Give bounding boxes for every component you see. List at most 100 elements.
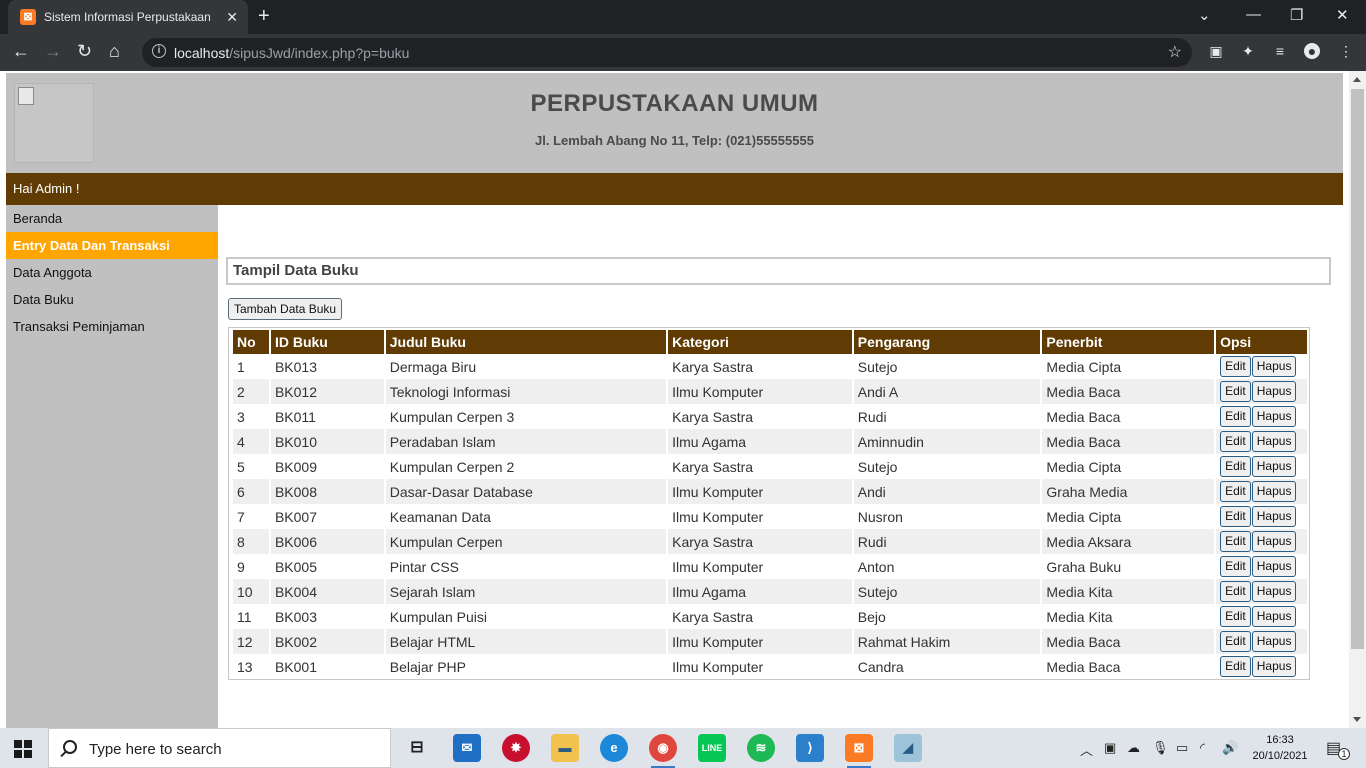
- edit-button[interactable]: Edit: [1220, 481, 1251, 502]
- reload-icon[interactable]: ↻: [77, 41, 92, 62]
- tray-chevron-icon[interactable]: ︿: [1080, 740, 1093, 759]
- edit-button[interactable]: Edit: [1220, 656, 1251, 677]
- cell-no: 5: [237, 458, 245, 475]
- cell-judul-buku: Pintar CSS: [389, 558, 459, 575]
- delete-button[interactable]: Hapus: [1251, 531, 1297, 552]
- bookmark-star-icon[interactable]: ☆: [1168, 42, 1182, 62]
- sidebar-item-entry-data[interactable]: Entry Data Dan Transaksi: [6, 232, 218, 259]
- misc-app-icon[interactable]: ◢: [894, 734, 922, 762]
- table-row: 4 BK010 Peradaban Islam Ilmu Agama Aminnudin…: [233, 429, 1307, 454]
- task-view-icon[interactable]: ⊟: [403, 734, 431, 762]
- back-icon[interactable]: ←: [12, 41, 30, 62]
- page-frame: PERPUSTAKAAN UMUM Jl. Lembah Abang No 11…: [6, 73, 1343, 728]
- cell-kategori: Ilmu Komputer: [672, 658, 764, 675]
- edit-button[interactable]: Edit: [1220, 381, 1251, 402]
- line-icon[interactable]: LINE: [698, 734, 726, 762]
- edit-button[interactable]: Edit: [1220, 506, 1251, 527]
- minimize-icon[interactable]: —: [1246, 6, 1261, 23]
- close-tab-icon[interactable]: ✕: [226, 9, 238, 26]
- vscode-icon[interactable]: ⟩: [796, 734, 824, 762]
- delete-button[interactable]: Hapus: [1251, 506, 1297, 527]
- sidebar-item-beranda[interactable]: Beranda: [6, 205, 218, 232]
- edit-button[interactable]: Edit: [1220, 581, 1251, 602]
- scroll-up-arrow-icon[interactable]: [1353, 77, 1361, 82]
- sidebar-item-data-anggota[interactable]: Data Anggota: [6, 259, 218, 286]
- clock-date: 20/10/2021: [1252, 750, 1308, 762]
- wifi-icon[interactable]: ◜: [1200, 740, 1205, 756]
- edit-button[interactable]: Edit: [1220, 356, 1251, 377]
- taskbar-search-input[interactable]: Type here to search: [48, 728, 391, 768]
- site-info-icon[interactable]: i: [152, 44, 166, 58]
- table-header-row: No ID Buku Judul Buku Kategori Pengarang…: [233, 330, 1307, 354]
- media-queue-icon[interactable]: ≡: [1272, 43, 1288, 59]
- puzzle-icon[interactable]: ✦: [1240, 43, 1256, 59]
- column-header: Pengarang: [853, 330, 1041, 354]
- scroll-down-arrow-icon[interactable]: [1353, 717, 1361, 722]
- red-app-icon[interactable]: ✸: [502, 734, 530, 762]
- browser-tab[interactable]: ⊠ Sistem Informasi Perpustakaan ✕: [8, 0, 248, 34]
- cell-judul-buku: Belajar PHP: [389, 658, 467, 675]
- delete-button[interactable]: Hapus: [1251, 406, 1297, 427]
- delete-button[interactable]: Hapus: [1251, 556, 1297, 577]
- edit-button[interactable]: Edit: [1220, 556, 1251, 577]
- delete-button[interactable]: Hapus: [1251, 656, 1297, 677]
- edit-button[interactable]: Edit: [1220, 406, 1251, 427]
- delete-button[interactable]: Hapus: [1251, 481, 1297, 502]
- edit-button[interactable]: Edit: [1220, 456, 1251, 477]
- extension-icon[interactable]: ▣: [1208, 43, 1224, 59]
- cell-opsi: Edit Hapus: [1216, 354, 1307, 379]
- cell-id-buku: BK013: [274, 358, 317, 375]
- windows-start-icon[interactable]: [14, 740, 32, 758]
- delete-button[interactable]: Hapus: [1251, 456, 1297, 477]
- cell-kategori: Ilmu Komputer: [668, 479, 852, 504]
- delete-button[interactable]: Hapus: [1251, 606, 1297, 627]
- menu-kebab-icon[interactable]: ⋮: [1338, 43, 1354, 59]
- edit-button[interactable]: Edit: [1220, 631, 1251, 652]
- add-book-button[interactable]: Tambah Data Buku: [228, 298, 343, 320]
- delete-button[interactable]: Hapus: [1251, 581, 1297, 602]
- battery-icon[interactable]: ▭: [1176, 740, 1188, 756]
- cell-no: 11: [237, 608, 252, 625]
- spotify-icon[interactable]: ≋: [747, 734, 775, 762]
- cell-opsi: Edit Hapus: [1216, 429, 1307, 454]
- edge-icon[interactable]: e: [600, 734, 628, 762]
- delete-button[interactable]: Hapus: [1251, 381, 1297, 402]
- cell-judul-buku: Kumpulan Puisi: [389, 608, 488, 625]
- edit-button[interactable]: Edit: [1220, 531, 1251, 552]
- forward-icon[interactable]: →: [44, 41, 62, 62]
- mail-icon[interactable]: ✉: [453, 734, 481, 762]
- cell-no: 7: [237, 508, 245, 525]
- sidebar-item-transaksi[interactable]: Transaksi Peminjaman: [6, 313, 218, 340]
- greeting-text: Hai Admin !: [13, 181, 80, 196]
- tab-search-icon[interactable]: ⌄: [1198, 6, 1211, 24]
- address-bar[interactable]: i localhost/sipusJwd/index.php?p=buku ☆: [142, 38, 1192, 67]
- home-icon[interactable]: ⌂: [109, 41, 120, 62]
- cloud-icon[interactable]: ☁: [1127, 740, 1140, 756]
- edit-button[interactable]: Edit: [1220, 606, 1251, 627]
- cell-pengarang: Aminnudin: [853, 429, 1041, 454]
- delete-button[interactable]: Hapus: [1251, 356, 1297, 377]
- cell-penerbit: Media Cipta: [1046, 508, 1122, 525]
- cell-kategori: Ilmu Agama: [668, 429, 852, 454]
- delete-button[interactable]: Hapus: [1251, 431, 1297, 452]
- cell-kategori: Ilmu Komputer: [672, 558, 764, 575]
- file-explorer-icon[interactable]: ▬: [551, 734, 579, 762]
- greeting-bar: Hai Admin !: [6, 173, 1343, 205]
- profile-avatar[interactable]: ●: [1304, 43, 1320, 59]
- taskbar-clock[interactable]: 16:33 20/10/2021: [1250, 732, 1310, 764]
- delete-button[interactable]: Hapus: [1251, 631, 1297, 652]
- new-tab-icon[interactable]: +: [258, 5, 270, 28]
- volume-icon[interactable]: 🔊: [1222, 740, 1238, 756]
- chrome-icon[interactable]: ◉: [649, 734, 677, 768]
- restore-icon[interactable]: ❐: [1290, 6, 1303, 24]
- microphone-icon[interactable]: 🎙: [1152, 740, 1169, 756]
- scroll-thumb[interactable]: [1351, 89, 1364, 649]
- cell-no: 6: [233, 479, 269, 504]
- sidebar-item-data-buku[interactable]: Data Buku: [6, 286, 218, 313]
- xampp-taskbar-icon[interactable]: ⊠: [845, 734, 873, 768]
- table-row: 10 BK004 Sejarah Islam Ilmu Agama Sutejo Medi…: [233, 579, 1307, 604]
- close-window-icon[interactable]: ✕: [1336, 6, 1349, 24]
- meet-icon[interactable]: ▣: [1104, 740, 1116, 756]
- edit-button[interactable]: Edit: [1220, 431, 1251, 452]
- page-scrollbar[interactable]: [1349, 71, 1366, 728]
